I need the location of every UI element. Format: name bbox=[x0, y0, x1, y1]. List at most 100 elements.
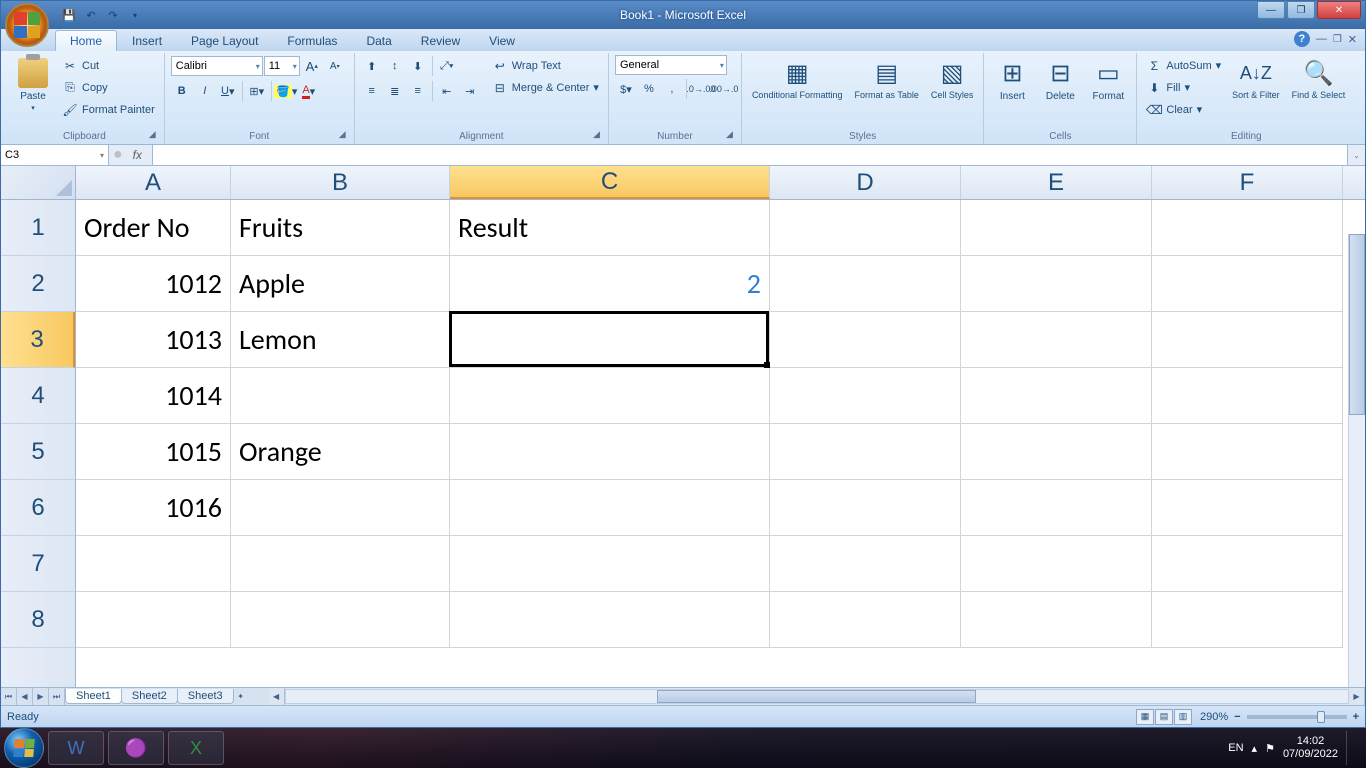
cell-D5[interactable] bbox=[770, 424, 961, 480]
grow-font-button[interactable]: A▴ bbox=[301, 55, 323, 77]
new-sheet-icon[interactable]: ✦ bbox=[233, 688, 249, 705]
cell-B7[interactable] bbox=[231, 536, 450, 592]
row-header-4[interactable]: 4 bbox=[1, 368, 75, 424]
tab-data[interactable]: Data bbox=[352, 31, 405, 51]
tab-insert[interactable]: Insert bbox=[118, 31, 176, 51]
sheet-nav-prev[interactable]: ◀ bbox=[17, 688, 33, 705]
vscroll-thumb[interactable] bbox=[1349, 234, 1365, 415]
font-color-button[interactable]: A▾ bbox=[298, 80, 320, 102]
cell-A7[interactable] bbox=[76, 536, 231, 592]
cell-C4[interactable] bbox=[450, 368, 770, 424]
horizontal-scrollbar[interactable]: ◀ ▶ bbox=[269, 688, 1365, 705]
normal-view-button[interactable]: ▦ bbox=[1136, 709, 1154, 725]
cell-D1[interactable] bbox=[770, 200, 961, 256]
column-header-A[interactable]: A bbox=[76, 166, 231, 199]
row-header-2[interactable]: 2 bbox=[1, 256, 75, 312]
copy-button[interactable]: ⎘Copy bbox=[59, 77, 158, 98]
row-header-8[interactable]: 8 bbox=[1, 592, 75, 648]
tab-page-layout[interactable]: Page Layout bbox=[177, 31, 272, 51]
comma-button[interactable]: , bbox=[661, 78, 683, 100]
cell-B3[interactable]: Lemon bbox=[231, 312, 450, 368]
cell-F2[interactable] bbox=[1152, 256, 1343, 312]
cell-B2[interactable]: Apple bbox=[231, 256, 450, 312]
accounting-button[interactable]: $▾ bbox=[615, 78, 637, 100]
expand-formula-bar-icon[interactable]: ⌄ bbox=[1347, 145, 1365, 165]
tab-formulas[interactable]: Formulas bbox=[273, 31, 351, 51]
shrink-font-button[interactable]: A▾ bbox=[324, 55, 346, 77]
tab-review[interactable]: Review bbox=[407, 31, 474, 51]
maximize-button[interactable]: ❐ bbox=[1287, 1, 1315, 19]
align-left-button[interactable]: ≡ bbox=[361, 80, 383, 102]
qat-customize-icon[interactable]: ▾ bbox=[125, 5, 145, 25]
tray-lang[interactable]: EN bbox=[1228, 742, 1243, 754]
italic-button[interactable]: I bbox=[194, 80, 216, 102]
increase-indent-button[interactable]: ⇥ bbox=[459, 80, 481, 102]
cell-B8[interactable] bbox=[231, 592, 450, 648]
bold-button[interactable]: B bbox=[171, 80, 193, 102]
office-button[interactable] bbox=[5, 3, 49, 47]
cell-D8[interactable] bbox=[770, 592, 961, 648]
row-header-7[interactable]: 7 bbox=[1, 536, 75, 592]
font-name-combo[interactable]: Calibri bbox=[171, 56, 263, 76]
font-launcher[interactable]: ◢ bbox=[339, 129, 351, 141]
row-header-3[interactable]: 3 bbox=[1, 312, 75, 368]
column-header-E[interactable]: E bbox=[961, 166, 1152, 199]
cell-B6[interactable] bbox=[231, 480, 450, 536]
redo-icon[interactable]: ↷ bbox=[103, 5, 123, 25]
decrease-indent-button[interactable]: ⇤ bbox=[436, 80, 458, 102]
column-header-B[interactable]: B bbox=[231, 166, 450, 199]
page-break-view-button[interactable]: ▥ bbox=[1174, 709, 1192, 725]
cell-A2[interactable]: 1012 bbox=[76, 256, 231, 312]
sheet-tab-2[interactable]: Sheet2 bbox=[121, 689, 178, 704]
autosum-button[interactable]: ΣAutoSum▾ bbox=[1143, 55, 1224, 76]
cell-C1[interactable]: Result bbox=[450, 200, 770, 256]
cell-C7[interactable] bbox=[450, 536, 770, 592]
tab-home[interactable]: Home bbox=[55, 30, 117, 51]
sheet-tab-1[interactable]: Sheet1 bbox=[65, 689, 122, 704]
hscroll-left[interactable]: ◀ bbox=[269, 688, 285, 705]
sheet-nav-next[interactable]: ▶ bbox=[33, 688, 49, 705]
cell-D3[interactable] bbox=[770, 312, 961, 368]
cell-B1[interactable]: Fruits bbox=[231, 200, 450, 256]
close-workbook-icon[interactable]: ✕ bbox=[1348, 33, 1357, 46]
formula-bar[interactable] bbox=[153, 145, 1347, 165]
minimize-ribbon-icon[interactable]: — bbox=[1316, 33, 1327, 45]
alignment-launcher[interactable]: ◢ bbox=[593, 129, 605, 141]
cell-D2[interactable] bbox=[770, 256, 961, 312]
merge-center-button[interactable]: ⊟Merge & Center▾ bbox=[489, 77, 602, 98]
cell-C6[interactable] bbox=[450, 480, 770, 536]
cell-F8[interactable] bbox=[1152, 592, 1343, 648]
cell-F1[interactable] bbox=[1152, 200, 1343, 256]
row-header-1[interactable]: 1 bbox=[1, 200, 75, 256]
start-button[interactable] bbox=[4, 728, 44, 768]
close-button[interactable]: ✕ bbox=[1317, 1, 1361, 19]
percent-button[interactable]: % bbox=[638, 78, 660, 100]
cell-E2[interactable] bbox=[961, 256, 1152, 312]
tray-show-hidden-icon[interactable]: ▴ bbox=[1252, 742, 1258, 755]
zoom-slider[interactable] bbox=[1247, 715, 1347, 719]
cell-A4[interactable]: 1014 bbox=[76, 368, 231, 424]
tray-clock[interactable]: 14:02 07/09/2022 bbox=[1283, 735, 1338, 761]
number-launcher[interactable]: ◢ bbox=[726, 129, 738, 141]
show-desktop-button[interactable] bbox=[1346, 731, 1354, 765]
cut-button[interactable]: ✂Cut bbox=[59, 55, 158, 76]
align-bottom-button[interactable]: ⬇ bbox=[407, 55, 429, 77]
zoom-out-button[interactable]: − bbox=[1234, 711, 1240, 723]
align-middle-button[interactable]: ↕ bbox=[384, 55, 406, 77]
cell-E1[interactable] bbox=[961, 200, 1152, 256]
font-size-combo[interactable]: 11 bbox=[264, 56, 300, 76]
fill-button[interactable]: ⬇Fill▾ bbox=[1143, 77, 1224, 98]
align-top-button[interactable]: ⬆ bbox=[361, 55, 383, 77]
row-header-6[interactable]: 6 bbox=[1, 480, 75, 536]
border-button[interactable]: ⊞▾ bbox=[246, 80, 268, 102]
cell-B5[interactable]: Orange bbox=[231, 424, 450, 480]
orientation-button[interactable]: ⤢▾ bbox=[436, 55, 458, 77]
page-layout-view-button[interactable]: ▤ bbox=[1155, 709, 1173, 725]
undo-icon[interactable]: ↶ bbox=[81, 5, 101, 25]
taskbar-app-browser[interactable]: 🟣 bbox=[108, 731, 164, 765]
name-box[interactable]: C3 bbox=[1, 145, 109, 165]
cell-F7[interactable] bbox=[1152, 536, 1343, 592]
fx-icon[interactable]: fx bbox=[127, 148, 148, 162]
cell-E6[interactable] bbox=[961, 480, 1152, 536]
cell-C3[interactable] bbox=[450, 312, 770, 368]
